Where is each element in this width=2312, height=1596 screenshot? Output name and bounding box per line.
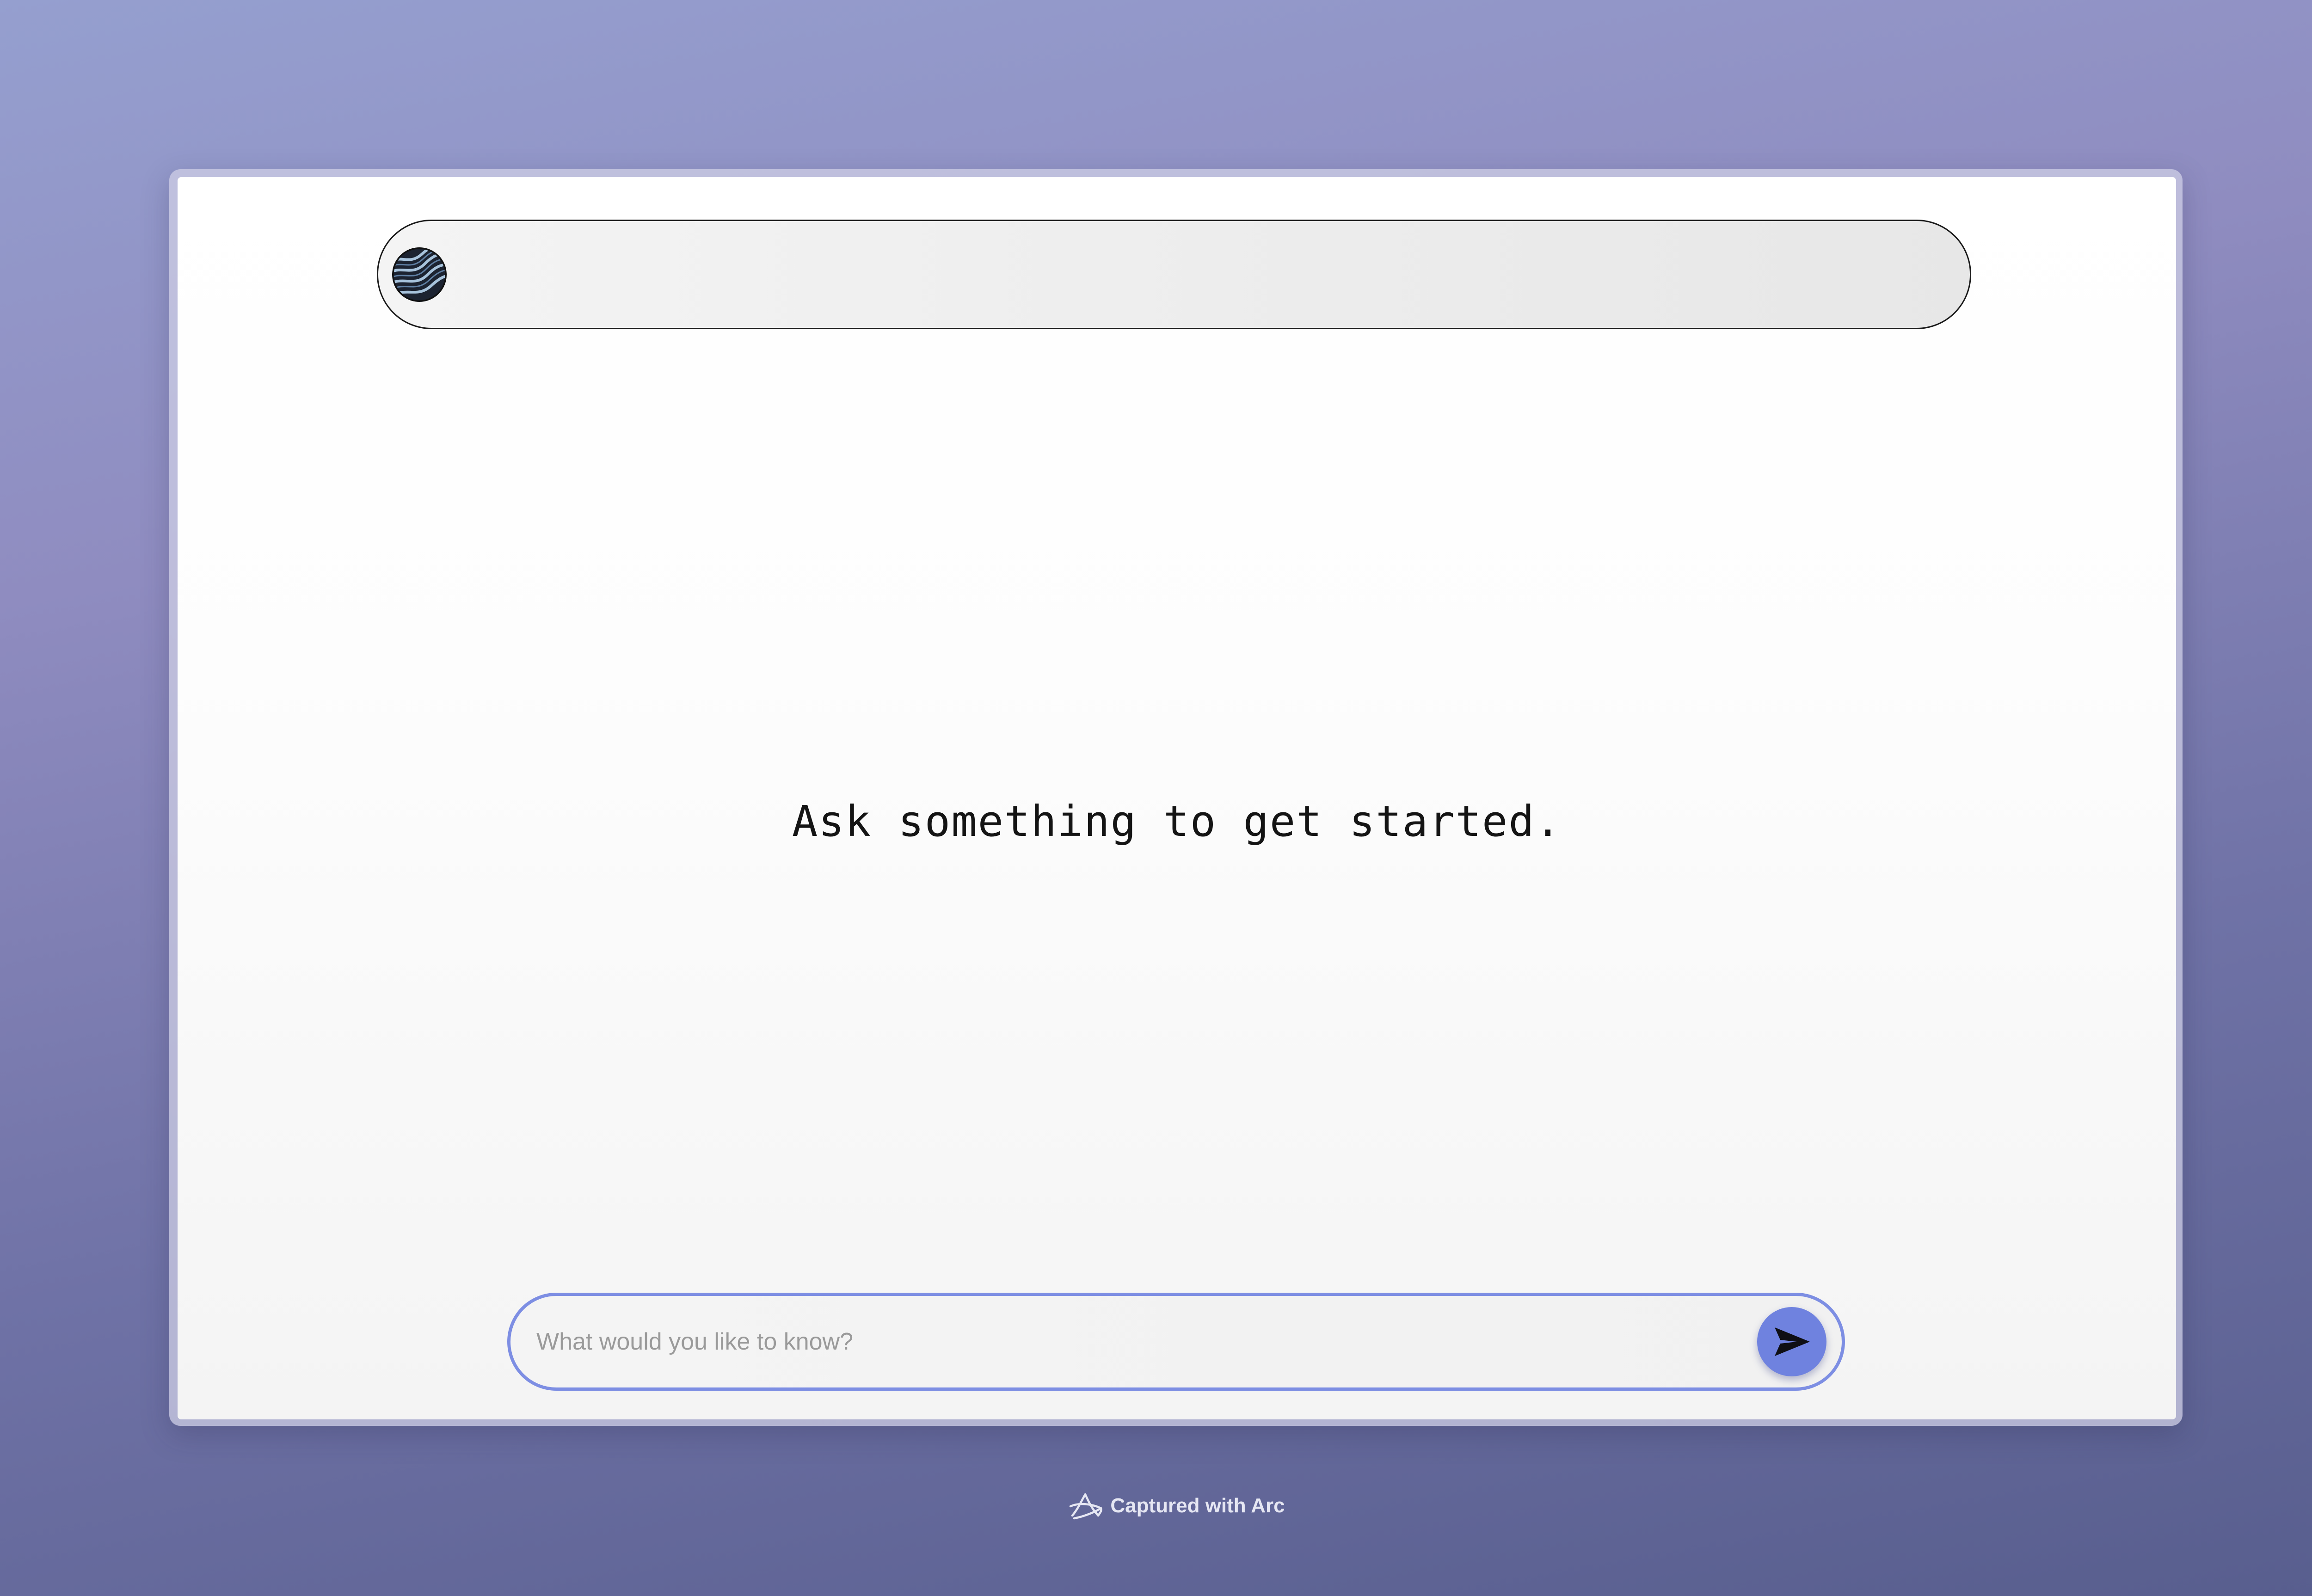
- app-window: Ask something to get started.: [178, 177, 2176, 1419]
- avatar-waves-icon[interactable]: [392, 247, 447, 302]
- arc-logo-icon: [1070, 1493, 1103, 1520]
- capture-footer: Captured with Arc: [0, 1491, 2312, 1521]
- empty-state-prompt: Ask something to get started.: [792, 797, 1562, 846]
- message-composer: [507, 1293, 1845, 1391]
- capture-footer-text: Captured with Arc: [1110, 1494, 1285, 1517]
- message-input[interactable]: [536, 1314, 1692, 1369]
- top-bar: [377, 220, 1971, 329]
- send-button[interactable]: [1757, 1307, 1826, 1376]
- send-arrow-icon: [1775, 1327, 1810, 1356]
